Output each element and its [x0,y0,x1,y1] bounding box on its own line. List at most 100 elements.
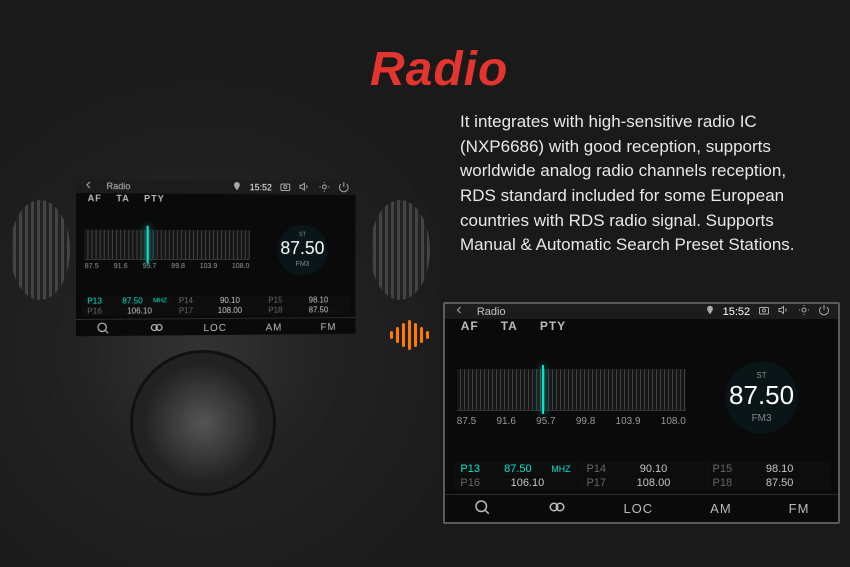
current-band: FM3 [296,261,310,268]
bottom-toolbar: LOC AM FM [76,317,355,339]
preset-frequency: 98.10 [745,463,814,475]
scale-tick: 87.5 [85,263,99,270]
pty-mode[interactable]: PTY [144,193,165,203]
brightness-icon[interactable] [798,304,810,319]
current-frequency: 87.50 [280,238,324,259]
scale-tick: 99.8 [576,416,595,427]
preset-number: P16 [87,307,112,316]
stereo-indicator: ST [756,371,766,380]
loc-button[interactable]: LOC [193,319,236,338]
preset-grid: P13 87.50 MHZ P1490.10 P15 98.10 P16 106.10 P17 1… [445,462,838,493]
preset-frequency: 87.50 [118,296,146,305]
preset-unit: MHZ [153,297,167,304]
page-title: Radio [370,42,508,97]
location-icon[interactable] [232,181,242,193]
current-band: FM3 [752,413,772,424]
preset-frequency: 87.50 [298,305,339,314]
radio-screen-enlarged: Radio 15:52 AF TA PTY 87.5 91.6 9 [443,302,840,524]
preset-slot[interactable]: P14 90.10 [173,296,262,305]
fm-button[interactable]: FM [779,497,820,520]
preset-frequency: 90.10 [209,296,251,305]
frequency-dial[interactable]: ST 87.50 FM3 [697,333,826,462]
scale-tick: 87.5 [457,416,476,427]
preset-grid: P13 87.50 MHZ P14 90.10 P1598.10 P16 106.10 P17 1… [76,296,355,319]
preset-number: P17 [586,477,610,489]
bottom-toolbar: LOC AM FM [445,494,838,522]
preset-frequency: 87.50 [493,463,542,475]
preset-unit: MHZ [551,464,570,474]
radio-screen-embedded: Radio 15:52 AF TA PTY 87.5 91.6 9 [76,179,355,337]
loc-button[interactable]: LOC [613,497,663,520]
camera-icon[interactable] [758,304,770,319]
scale-tick: 103.9 [200,263,218,270]
preset-frequency: 108.00 [209,306,251,315]
vent-decoration [10,200,70,300]
ta-mode[interactable]: TA [116,193,130,203]
back-icon[interactable] [82,179,94,193]
search-button[interactable] [463,494,501,523]
am-button[interactable]: AM [700,497,742,520]
preset-slot[interactable]: P16 106.10 [453,477,578,490]
preset-slot[interactable]: P1598.10 [263,296,350,305]
vent-decoration [370,200,430,300]
pty-mode[interactable]: PTY [540,319,566,333]
preset-slot[interactable]: P16 106.10 [82,306,173,316]
preset-frequency: 108.00 [619,477,688,489]
preset-number: P13 [87,297,112,306]
preset-frequency: 98.10 [298,296,339,305]
power-icon[interactable] [818,304,830,319]
preset-slot[interactable]: P1490.10 [579,462,704,475]
preset-number: P13 [460,463,484,475]
preset-slot[interactable]: P17 108.00 [173,306,262,316]
volume-icon[interactable] [299,181,311,195]
scale-tick: 95.7 [143,263,157,270]
brightness-icon[interactable] [319,181,331,195]
frequency-scale[interactable]: 87.5 91.6 95.7 99.8 103.9 108.0 [85,203,250,297]
preset-slot[interactable]: P13 87.50 MHZ [453,462,578,475]
preset-number: P18 [713,477,737,489]
preset-number: P15 [713,463,737,475]
ta-mode[interactable]: TA [501,319,518,333]
preset-frequency: 87.50 [745,477,814,489]
rds-mode-row: AF TA PTY [445,319,838,333]
scale-tick: 103.9 [616,416,641,427]
preset-number: P14 [179,296,203,305]
preset-slot[interactable]: P13 87.50 MHZ [82,296,173,306]
frequency-dial[interactable]: ST 87.50 FM3 [257,204,347,296]
location-icon[interactable] [705,305,715,318]
frequency-scale[interactable]: 87.5 91.6 95.7 99.8 103.9 108.0 [457,333,686,462]
scale-tick: 108.0 [232,263,249,270]
camera-icon[interactable] [280,181,292,195]
scale-tick: 108.0 [661,416,686,427]
scan-button[interactable] [140,316,174,341]
fm-button[interactable]: FM [311,318,346,337]
preset-frequency: 106.10 [493,477,562,489]
status-bar: Radio 15:52 [445,304,838,319]
preset-number: P17 [179,306,203,315]
preset-number: P18 [268,306,292,315]
af-mode[interactable]: AF [461,319,479,333]
status-time: 15:52 [250,182,272,192]
preset-slot[interactable]: P18 87.50 [705,477,830,490]
preset-slot[interactable]: P15 98.10 [705,462,830,475]
scale-tick: 95.7 [536,416,555,427]
preset-number: P16 [460,477,484,489]
power-icon[interactable] [338,181,350,195]
preset-slot[interactable]: P18 87.50 [263,305,350,314]
am-button[interactable]: AM [256,318,292,337]
back-icon[interactable] [453,304,465,319]
volume-icon[interactable] [778,304,790,319]
scale-tick: 91.6 [496,416,515,427]
radio-ui: Radio 15:52 AF TA PTY 87.5 91.6 9 [445,304,838,522]
preset-frequency: 106.10 [118,306,160,315]
preset-frequency: 90.10 [619,463,688,475]
scan-button[interactable] [538,494,576,523]
feature-description: It integrates with high-sensitive radio … [460,110,820,258]
radio-ui: Radio 15:52 AF TA PTY 87.5 91.6 9 [76,179,355,337]
preset-slot[interactable]: P17 108.00 [579,477,704,490]
af-mode[interactable]: AF [88,193,102,203]
scale-tick: 99.8 [171,263,185,270]
current-frequency: 87.50 [729,380,794,411]
search-button[interactable] [86,317,121,343]
status-time: 15:52 [723,306,751,318]
